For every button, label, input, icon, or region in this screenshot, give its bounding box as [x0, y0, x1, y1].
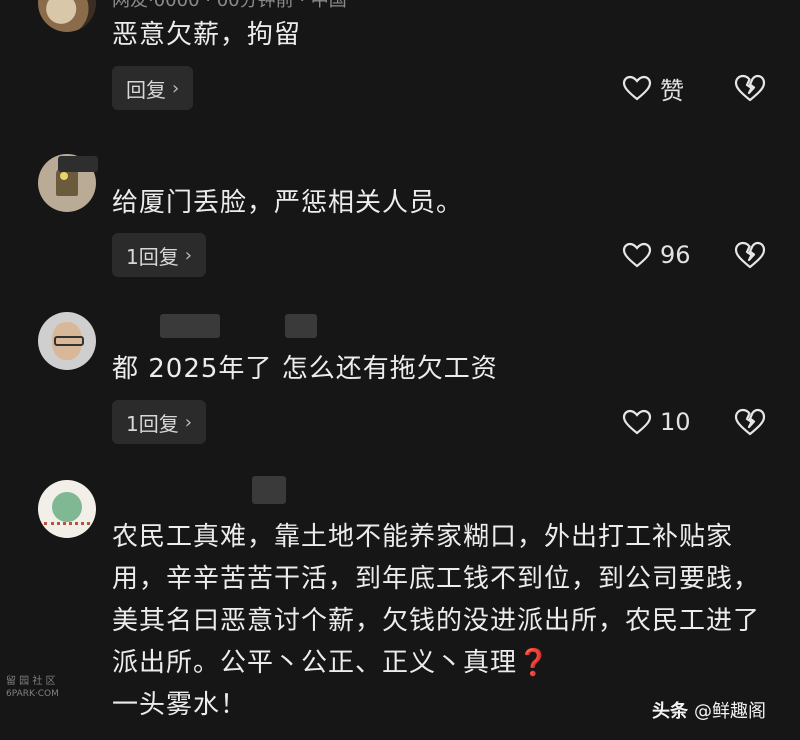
reply-label: 1回复	[126, 411, 179, 436]
comment-text: 恶意欠薪，拘留	[112, 20, 302, 50]
avatar-ring	[44, 522, 90, 533]
like-button[interactable]: 10	[622, 400, 691, 444]
chevron-right-icon: ›	[172, 77, 180, 99]
heart-outline-icon	[622, 409, 652, 435]
dislike-button[interactable]	[734, 233, 766, 277]
question-mark-emoji: ❓	[517, 648, 551, 678]
username-redacted	[285, 314, 317, 338]
heart-outline-icon	[622, 242, 652, 268]
site-watermark: 留 园 社 区 6PARK·COM	[6, 676, 59, 700]
chevron-right-icon: ›	[184, 244, 192, 266]
author-handle: @鲜趣阁	[694, 701, 766, 722]
watermark-line: 6PARK·COM	[6, 689, 59, 699]
comment-text-body: 农民工真难，靠土地不能养家糊口，外出打工补贴家用，辛辛苦苦干活，到年底工钱不到位…	[112, 522, 761, 678]
dislike-button[interactable]	[734, 66, 766, 110]
avatar-face	[60, 172, 68, 180]
avatar-figure	[56, 168, 78, 196]
broken-heart-icon	[734, 408, 766, 436]
comment-text: 给厦门丢脸，严惩相关人员。	[112, 188, 464, 218]
brand-label: 头条	[652, 701, 688, 722]
comment-text: 都 2025年了 怎么还有拖欠工资	[112, 354, 498, 384]
avatar-badge	[52, 492, 82, 522]
avatar-glasses	[54, 336, 84, 346]
like-count: 10	[660, 408, 691, 436]
username-redacted	[252, 476, 286, 504]
username-redacted	[160, 314, 220, 338]
username-redacted	[58, 156, 98, 172]
broken-heart-icon	[734, 74, 766, 102]
reply-button[interactable]: 1回复 ›	[112, 233, 206, 277]
reply-label: 回复	[126, 77, 166, 102]
comment-text-tail: 一头雾水！	[112, 690, 248, 720]
avatar[interactable]	[38, 480, 96, 538]
like-button[interactable]: 赞	[622, 66, 684, 110]
like-count: 赞	[660, 76, 684, 105]
comment-text: 农民工真难，靠土地不能养家糊口，外出打工补贴家用，辛辛苦苦干活，到年底工钱不到位…	[112, 516, 770, 726]
source-watermark: 头条 @鲜趣阁	[652, 697, 766, 723]
dislike-button[interactable]	[734, 400, 766, 444]
broken-heart-icon	[734, 241, 766, 269]
like-count: 96	[660, 241, 691, 269]
like-button[interactable]: 96	[622, 233, 691, 277]
heart-outline-icon	[622, 75, 652, 101]
watermark-line: 留 园 社 区	[6, 676, 56, 687]
avatar[interactable]	[38, 312, 96, 370]
reply-button[interactable]: 回复 ›	[112, 66, 194, 110]
reply-button[interactable]: 1回复 ›	[112, 400, 206, 444]
comment-meta: 网友·0000 · 00分钟前 · 中国	[112, 0, 347, 11]
chevron-right-icon: ›	[184, 411, 192, 433]
reply-label: 1回复	[126, 244, 179, 269]
avatar[interactable]	[38, 0, 96, 32]
